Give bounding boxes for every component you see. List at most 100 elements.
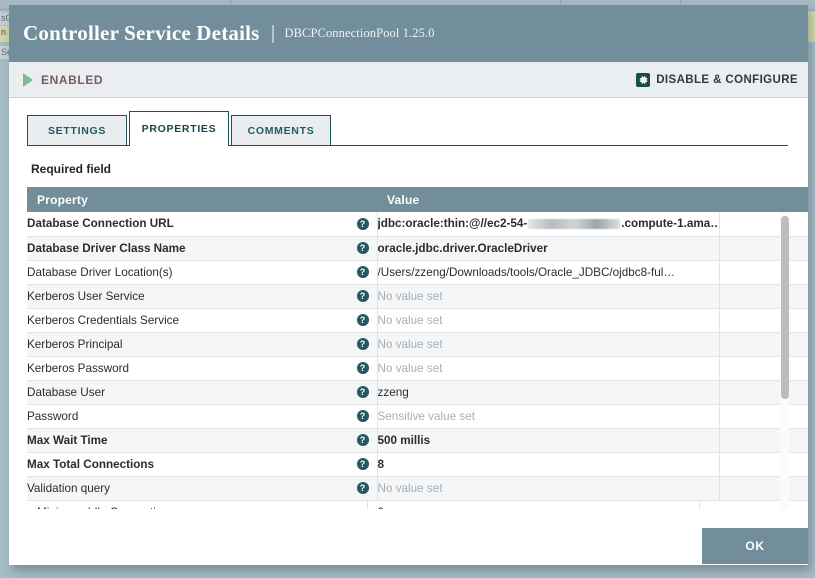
dialog-body: SETTINGS PROPERTIES COMMENTS Required fi… — [9, 98, 808, 509]
table-row[interactable]: Database User? zzeng — [27, 380, 808, 404]
clipped-row-value: 0 — [367, 501, 699, 509]
property-extra-cell — [719, 308, 808, 332]
controller-service-details-dialog: Controller Service Details | DBCPConnect… — [9, 5, 808, 565]
property-name-cell: Database Connection URL? — [27, 212, 377, 236]
property-name-label: Database Driver Class Name — [27, 242, 186, 255]
tab-properties[interactable]: PROPERTIES — [129, 111, 229, 145]
disable-and-configure-label: DISABLE & CONFIGURE — [656, 74, 798, 86]
property-name-cell: Password? — [27, 404, 377, 428]
dialog-header: Controller Service Details | DBCPConnect… — [9, 5, 808, 62]
property-name-label: Database Driver Location(s) — [27, 266, 173, 279]
table-row[interactable]: Database Connection URL?jdbc:oracle:thin… — [27, 212, 808, 236]
property-name-cell: Database Driver Location(s)? — [27, 260, 377, 284]
tab-settings[interactable]: SETTINGS — [27, 115, 127, 145]
property-value-cell[interactable]: oracle.jdbc.driver.OracleDriver — [377, 236, 719, 260]
property-name-cell: Max Wait Time? — [27, 428, 377, 452]
property-name-label: Validation query — [27, 482, 110, 495]
required-field-note: Required field — [31, 162, 796, 176]
table-row[interactable]: Max Total Connections?8 — [27, 452, 808, 476]
help-icon[interactable]: ? — [357, 242, 369, 254]
property-name-label: Max Wait Time — [27, 434, 108, 447]
property-extra-cell — [719, 284, 808, 308]
property-name-cell: Kerberos Principal? — [27, 332, 377, 356]
clipped-table-row: Minimum Idle Connections 0 — [27, 501, 787, 509]
property-value-cell[interactable]: jdbc:oracle:thin:@//ec2-54-.compute-1.am… — [377, 212, 719, 236]
property-value-cell[interactable]: No value set — [377, 356, 719, 380]
table-row[interactable]: Kerberos Principal?No value set — [27, 332, 808, 356]
table-row[interactable]: Database Driver Location(s)?/Users/zzeng… — [27, 260, 808, 284]
property-name-label: Kerberos Credentials Service — [27, 314, 179, 327]
property-value-cell[interactable]: No value set — [377, 308, 719, 332]
property-extra-cell — [719, 380, 808, 404]
help-icon[interactable]: ? — [357, 482, 369, 494]
tab-comments[interactable]: COMMENTS — [231, 115, 331, 145]
table-header-row: Property Value — [27, 187, 808, 212]
properties-table-body: Database Connection URL?jdbc:oracle:thin… — [27, 212, 808, 500]
dialog-title: Controller Service Details — [23, 21, 260, 46]
property-name-label: Database User — [27, 386, 105, 399]
play-icon — [23, 73, 33, 87]
column-header-property: Property — [27, 187, 377, 212]
help-icon[interactable]: ? — [357, 218, 369, 230]
service-status-bar: ENABLED DISABLE & CONFIGURE — [9, 62, 808, 98]
clipped-row-extra — [699, 501, 787, 509]
background-panel-fragment — [807, 12, 815, 42]
title-separator: | — [271, 23, 276, 45]
property-extra-cell — [719, 212, 808, 236]
help-icon[interactable]: ? — [357, 434, 369, 446]
property-name-cell: Kerberos Password? — [27, 356, 377, 380]
table-row[interactable]: Max Wait Time?500 millis — [27, 428, 808, 452]
table-scrollbar-track[interactable] — [780, 212, 789, 509]
property-extra-cell — [719, 452, 808, 476]
table-row[interactable]: Password?Sensitive value set — [27, 404, 808, 428]
property-value-cell[interactable]: 500 millis — [377, 428, 719, 452]
property-value-cell[interactable]: No value set — [377, 476, 719, 500]
property-extra-cell — [719, 332, 808, 356]
service-state-label: ENABLED — [41, 73, 103, 87]
property-value-cell[interactable]: No value set — [377, 332, 719, 356]
clipped-row-property: Minimum Idle Connections — [27, 501, 367, 509]
property-value-cell[interactable]: 8 — [377, 452, 719, 476]
ok-button[interactable]: OK — [702, 528, 808, 564]
property-value-cell[interactable]: /Users/zzeng/Downloads/tools/Oracle_JDBC… — [377, 260, 719, 284]
help-icon[interactable]: ? — [357, 362, 369, 374]
dialog-footer: OK — [9, 528, 808, 565]
help-icon[interactable]: ? — [357, 410, 369, 422]
property-name-cell: Max Total Connections? — [27, 452, 377, 476]
property-name-label: Kerberos User Service — [27, 290, 145, 303]
property-value-cell[interactable]: No value set — [377, 284, 719, 308]
tab-bar: SETTINGS PROPERTIES COMMENTS — [27, 112, 788, 146]
column-header-value: Value — [377, 187, 719, 212]
service-state: ENABLED — [23, 73, 103, 87]
table-row[interactable]: Kerberos User Service? No value set — [27, 284, 808, 308]
property-value-cell[interactable]: Sensitive value set — [377, 404, 719, 428]
gear-icon — [636, 73, 650, 87]
table-row[interactable]: Kerberos Password?No value set — [27, 356, 808, 380]
property-extra-cell — [719, 260, 808, 284]
redacted-text — [528, 219, 620, 229]
properties-table: Property Value Database Connection URL?j… — [27, 187, 808, 501]
table-row[interactable]: Database Driver Class Name? oracle.jdbc.d… — [27, 236, 808, 260]
property-name-cell: Kerberos Credentials Service? — [27, 308, 377, 332]
help-icon[interactable]: ? — [357, 266, 369, 278]
help-icon[interactable]: ? — [357, 314, 369, 326]
help-icon[interactable]: ? — [357, 386, 369, 398]
table-row[interactable]: Kerberos Credentials Service?No value se… — [27, 308, 808, 332]
help-icon[interactable]: ? — [357, 338, 369, 350]
property-name-label: Max Total Connections — [27, 458, 154, 471]
property-name-cell: Validation query? — [27, 476, 377, 500]
property-value-cell[interactable]: zzeng — [377, 380, 719, 404]
property-extra-cell — [719, 236, 808, 260]
property-name-label: Kerberos Principal — [27, 338, 123, 351]
dialog-subtitle: DBCPConnectionPool 1.25.0 — [284, 26, 434, 41]
property-name-label: Password — [27, 410, 78, 423]
table-scrollbar-thumb[interactable] — [781, 216, 789, 399]
properties-table-wrapper: Property Value Database Connection URL?j… — [27, 187, 788, 509]
property-extra-cell — [719, 356, 808, 380]
property-extra-cell — [719, 404, 808, 428]
property-extra-cell — [719, 428, 808, 452]
help-icon[interactable]: ? — [357, 458, 369, 470]
help-icon[interactable]: ? — [357, 290, 369, 302]
table-row[interactable]: Validation query?No value set — [27, 476, 808, 500]
disable-and-configure-button[interactable]: DISABLE & CONFIGURE — [636, 73, 798, 87]
